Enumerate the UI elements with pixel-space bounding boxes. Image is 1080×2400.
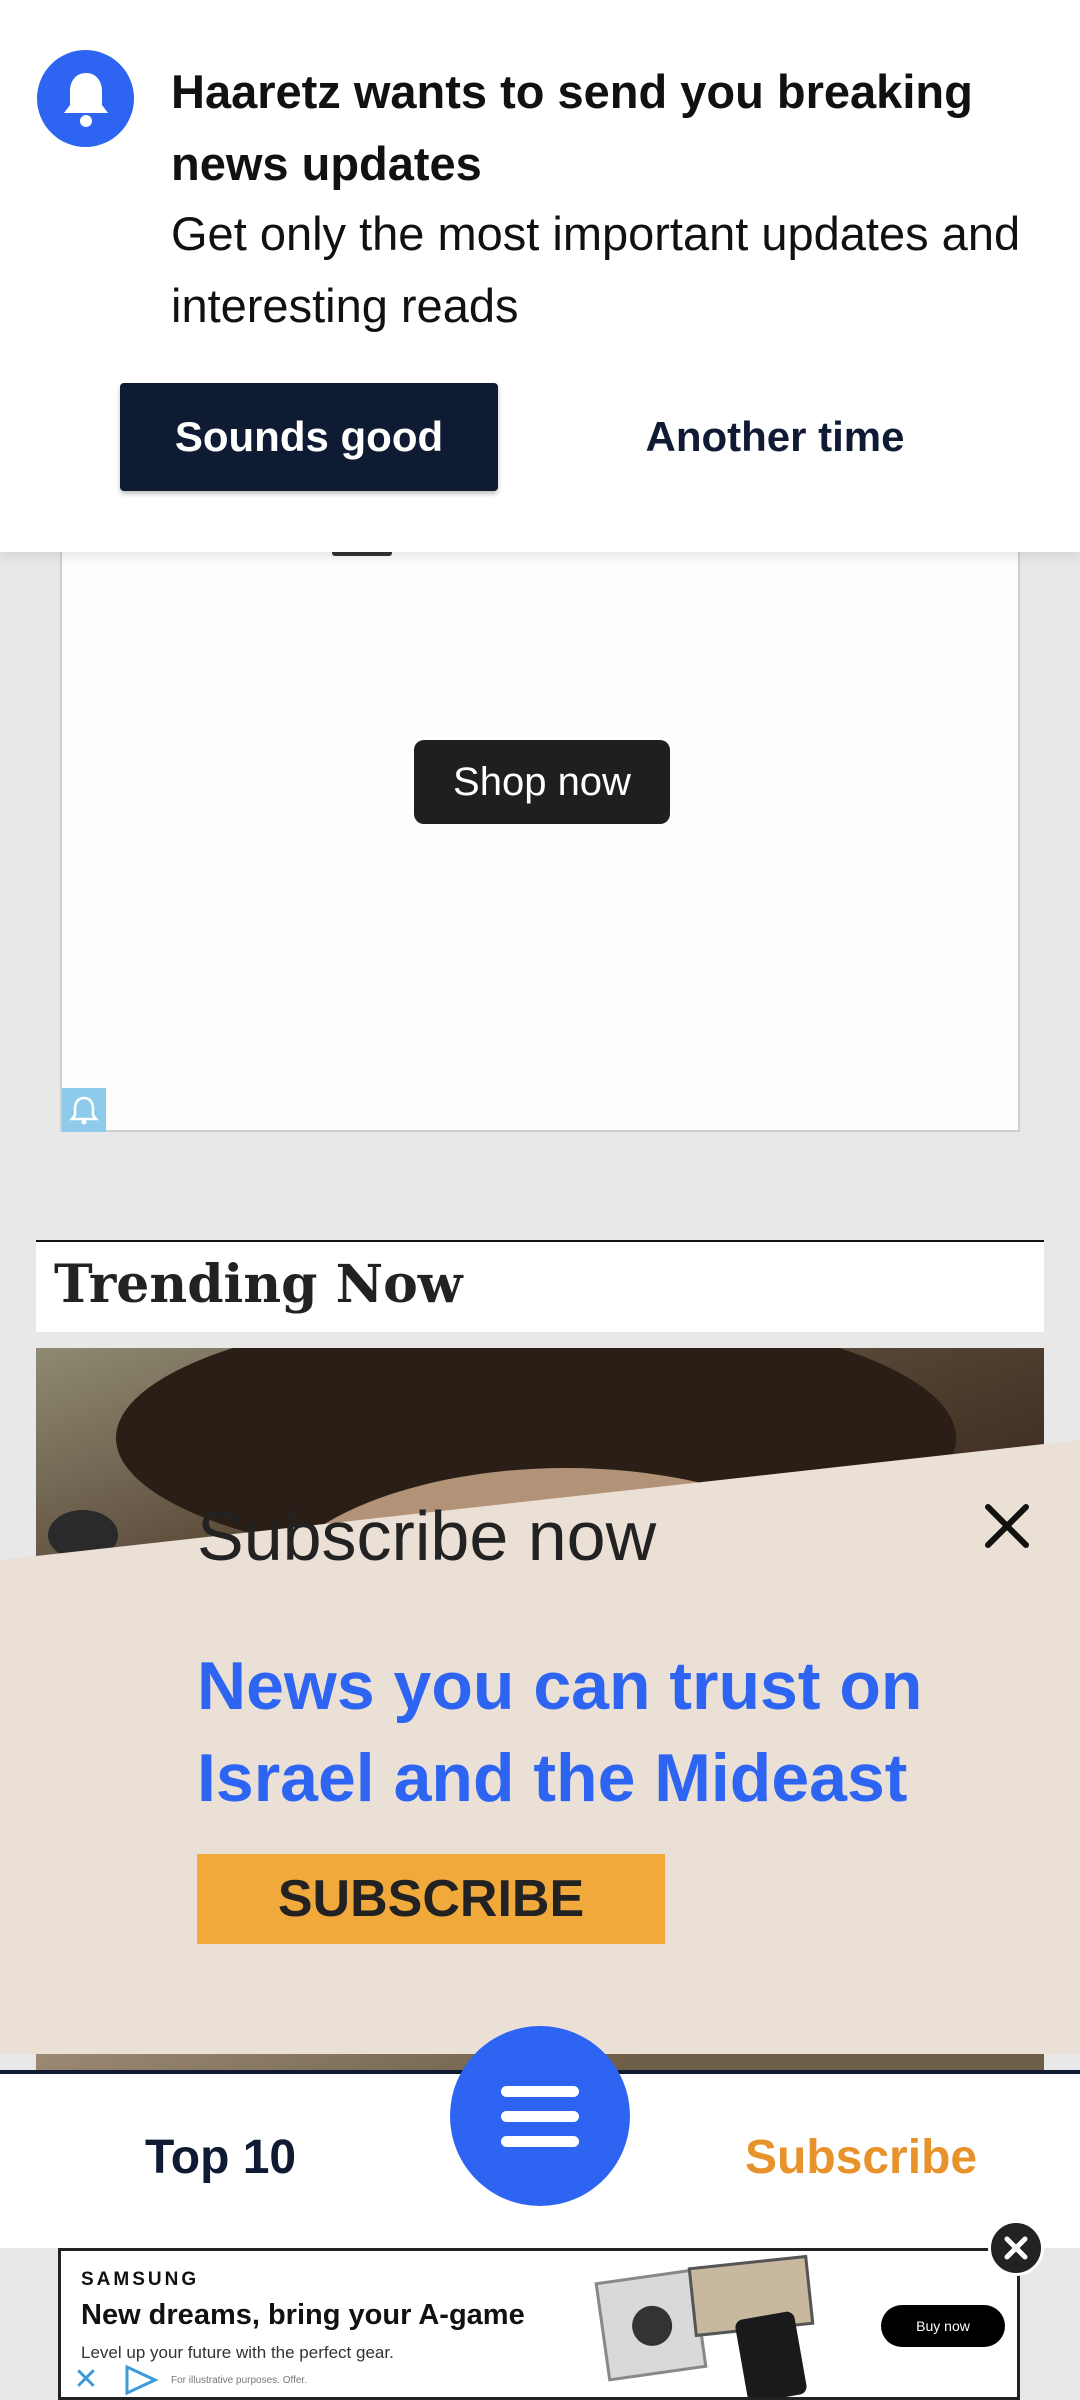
section-title: Trending Now xyxy=(54,1254,463,1315)
subscribe-link[interactable]: Subscribe xyxy=(745,2130,977,2185)
top-10-link[interactable]: Top 10 xyxy=(145,2130,296,2185)
advertisement[interactable]: Shop now xyxy=(60,500,1020,1132)
push-notification-prompt: Haaretz wants to send you breaking news … xyxy=(0,0,1080,552)
push-prompt-title: Haaretz wants to send you breaking news … xyxy=(171,65,973,190)
subscribe-heading: Subscribe now xyxy=(197,1497,657,1575)
close-banner-icon[interactable] xyxy=(988,2220,1044,2276)
adchoices-icon[interactable] xyxy=(62,1088,106,1132)
adchoices-play-icon[interactable] xyxy=(121,2363,161,2397)
bell-icon xyxy=(37,50,134,147)
product-images xyxy=(581,2254,861,2397)
another-time-button[interactable]: Another time xyxy=(590,383,960,491)
banner-subline: Level up your future with the perfect ge… xyxy=(81,2343,394,2362)
banner-fine-print: For illustrative purposes. Offer. xyxy=(171,2375,307,2386)
trending-now-header: Trending Now xyxy=(36,1240,1044,1332)
sounds-good-button[interactable]: Sounds good xyxy=(120,383,498,491)
shop-now-button[interactable]: Shop now xyxy=(414,740,670,824)
subscribe-button[interactable]: SUBSCRIBE xyxy=(197,1854,665,1944)
banner-brand: SAMSUNG xyxy=(81,2269,200,2290)
banner-headline: New dreams, bring your A-game xyxy=(81,2299,525,2331)
buy-now-button[interactable]: Buy now xyxy=(881,2305,1005,2347)
subscribe-tagline: News you can trust on Israel and the Mid… xyxy=(197,1648,923,1816)
hamburger-menu-icon[interactable] xyxy=(450,2026,630,2206)
banner-advertisement[interactable]: SAMSUNG New dreams, bring your A-game Le… xyxy=(58,2248,1020,2400)
push-prompt-body: Get only the most important updates and … xyxy=(171,207,1021,332)
ad-close-x-icon[interactable]: ✕ xyxy=(69,2363,103,2397)
close-icon[interactable] xyxy=(977,1496,1037,1556)
